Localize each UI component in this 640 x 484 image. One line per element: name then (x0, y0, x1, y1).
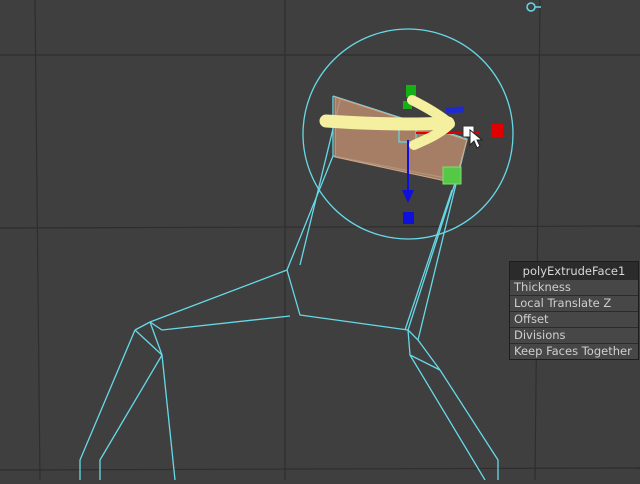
attr-local-translate-z[interactable]: Local Translate Z (510, 295, 638, 311)
viewport-3d[interactable] (0, 0, 640, 481)
manipulator-plane-handle-green[interactable] (442, 166, 462, 185)
node-title: polyExtrudeFace1 (522, 264, 626, 278)
attr-thickness[interactable]: Thickness (510, 279, 638, 295)
attr-offset[interactable]: Offset (510, 311, 638, 327)
in-view-editor-panel: polyExtrudeFace1 Thickness Local Transla… (509, 261, 639, 360)
attr-divisions[interactable]: Divisions (510, 327, 638, 343)
ground-grid (0, 0, 640, 481)
manipulator-plane-handle-blue[interactable] (445, 106, 465, 114)
view-axis-icon[interactable] (526, 2, 541, 12)
attr-keep-faces-together[interactable]: Keep Faces Together (510, 343, 638, 359)
viewport-canvas[interactable] (0, 0, 640, 481)
